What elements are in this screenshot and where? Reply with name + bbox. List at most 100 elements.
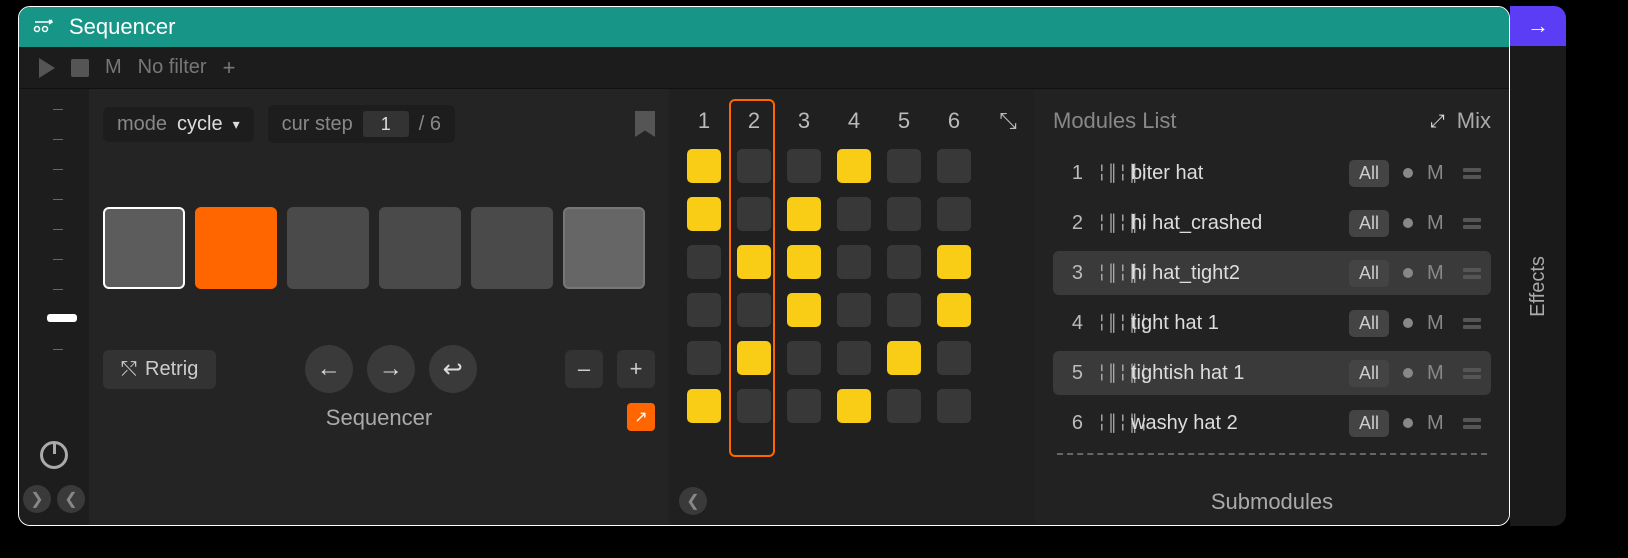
grid-cell[interactable]: [737, 149, 771, 183]
grid-cell[interactable]: [787, 245, 821, 279]
popout-button[interactable]: ↗: [627, 403, 655, 431]
col-2[interactable]: 2: [737, 108, 771, 134]
collapse-icon[interactable]: ⤡: [991, 108, 1025, 134]
add-filter-button[interactable]: +: [223, 55, 236, 81]
grid-cell[interactable]: [837, 245, 871, 279]
output-selector[interactable]: All: [1349, 160, 1389, 187]
midi-toggle[interactable]: M: [105, 56, 122, 79]
play-button[interactable]: [39, 58, 55, 78]
module-row[interactable]: 3╎║╎║╎hi hat_tight2AllM: [1053, 251, 1491, 295]
next-step-button[interactable]: →: [367, 345, 415, 393]
col-5[interactable]: 5: [887, 108, 921, 134]
stop-button[interactable]: [71, 59, 89, 77]
module-row[interactable]: 5╎║╎║╎tightish hat 1AllM: [1053, 351, 1491, 395]
bookmark-icon[interactable]: [635, 111, 655, 137]
grid-cell[interactable]: [787, 197, 821, 231]
effects-expand-button[interactable]: →: [1510, 6, 1566, 46]
remove-step-button[interactable]: –: [565, 350, 603, 388]
grid-cell[interactable]: [737, 197, 771, 231]
grid-cell[interactable]: [937, 293, 971, 327]
active-dot[interactable]: [1403, 218, 1413, 228]
mute-button[interactable]: M: [1427, 362, 1449, 385]
curstep-input[interactable]: [363, 111, 409, 137]
add-module-zone[interactable]: [1057, 453, 1487, 455]
grid-cell[interactable]: [937, 341, 971, 375]
module-row[interactable]: 4╎║╎║╎tight hat 1AllM: [1053, 301, 1491, 345]
output-selector[interactable]: All: [1349, 210, 1389, 237]
step-3[interactable]: [287, 207, 369, 289]
expand-icon[interactable]: ⤢: [1430, 111, 1444, 132]
col-1[interactable]: 1: [687, 108, 721, 134]
output-selector[interactable]: All: [1349, 310, 1389, 337]
level-slider[interactable]: [39, 109, 69, 441]
module-row[interactable]: 1╎║╎║╎biter hatAllM: [1053, 151, 1491, 195]
grid-cell[interactable]: [737, 245, 771, 279]
module-row[interactable]: 2╎║╎║╎hi hat_crashedAllM: [1053, 201, 1491, 245]
grid-cell[interactable]: [787, 341, 821, 375]
grid-cell[interactable]: [687, 293, 721, 327]
active-dot[interactable]: [1403, 418, 1413, 428]
gain-knob[interactable]: [40, 441, 68, 469]
grid-cell[interactable]: [837, 293, 871, 327]
mode-selector[interactable]: mode cycle ▾: [103, 107, 254, 142]
grid-cell[interactable]: [937, 149, 971, 183]
grid-cell[interactable]: [887, 341, 921, 375]
effects-side-panel[interactable]: Effects: [1510, 46, 1566, 526]
output-selector[interactable]: All: [1349, 360, 1389, 387]
drag-handle[interactable]: [1463, 368, 1481, 379]
active-dot[interactable]: [1403, 318, 1413, 328]
grid-cell[interactable]: [837, 149, 871, 183]
step-5[interactable]: [471, 207, 553, 289]
grid-cell[interactable]: [937, 197, 971, 231]
drag-handle[interactable]: [1463, 168, 1481, 179]
grid-cell[interactable]: [737, 389, 771, 423]
retrig-button[interactable]: ⤲ Retrig: [103, 350, 216, 389]
prev-step-button[interactable]: ←: [305, 345, 353, 393]
col-3[interactable]: 3: [787, 108, 821, 134]
active-dot[interactable]: [1403, 368, 1413, 378]
mute-button[interactable]: M: [1427, 162, 1449, 185]
grid-cell[interactable]: [687, 149, 721, 183]
nav-prev-icon[interactable]: ❮: [57, 485, 85, 513]
filter-label[interactable]: No filter: [138, 56, 207, 79]
module-row[interactable]: 6╎║╎║╎washy hat 2AllM: [1053, 401, 1491, 445]
undo-button[interactable]: ↩: [429, 345, 477, 393]
grid-cell[interactable]: [687, 389, 721, 423]
grid-cell[interactable]: [687, 245, 721, 279]
grid-cell[interactable]: [937, 389, 971, 423]
level-thumb[interactable]: [47, 314, 77, 322]
grid-cell[interactable]: [887, 197, 921, 231]
titlebar[interactable]: Sequencer: [19, 7, 1509, 47]
active-dot[interactable]: [1403, 168, 1413, 178]
mute-button[interactable]: M: [1427, 262, 1449, 285]
grid-cell[interactable]: [887, 389, 921, 423]
active-dot[interactable]: [1403, 268, 1413, 278]
grid-cell[interactable]: [687, 341, 721, 375]
grid-cell[interactable]: [887, 293, 921, 327]
grid-cell[interactable]: [737, 341, 771, 375]
nav-next-icon[interactable]: ❯: [23, 485, 51, 513]
step-1[interactable]: [103, 207, 185, 289]
grid-cell[interactable]: [837, 341, 871, 375]
step-4[interactable]: [379, 207, 461, 289]
grid-cell[interactable]: [837, 197, 871, 231]
col-6[interactable]: 6: [937, 108, 971, 134]
grid-prev-button[interactable]: ❮: [679, 487, 707, 515]
drag-handle[interactable]: [1463, 418, 1481, 429]
grid-cell[interactable]: [737, 293, 771, 327]
output-selector[interactable]: All: [1349, 410, 1389, 437]
add-step-button[interactable]: +: [617, 350, 655, 388]
drag-handle[interactable]: [1463, 268, 1481, 279]
mute-button[interactable]: M: [1427, 212, 1449, 235]
grid-cell[interactable]: [937, 245, 971, 279]
step-6[interactable]: [563, 207, 645, 289]
grid-cell[interactable]: [837, 389, 871, 423]
grid-cell[interactable]: [787, 389, 821, 423]
mute-button[interactable]: M: [1427, 312, 1449, 335]
grid-cell[interactable]: [687, 197, 721, 231]
drag-handle[interactable]: [1463, 318, 1481, 329]
drag-handle[interactable]: [1463, 218, 1481, 229]
col-4[interactable]: 4: [837, 108, 871, 134]
grid-cell[interactable]: [887, 245, 921, 279]
mute-button[interactable]: M: [1427, 412, 1449, 435]
